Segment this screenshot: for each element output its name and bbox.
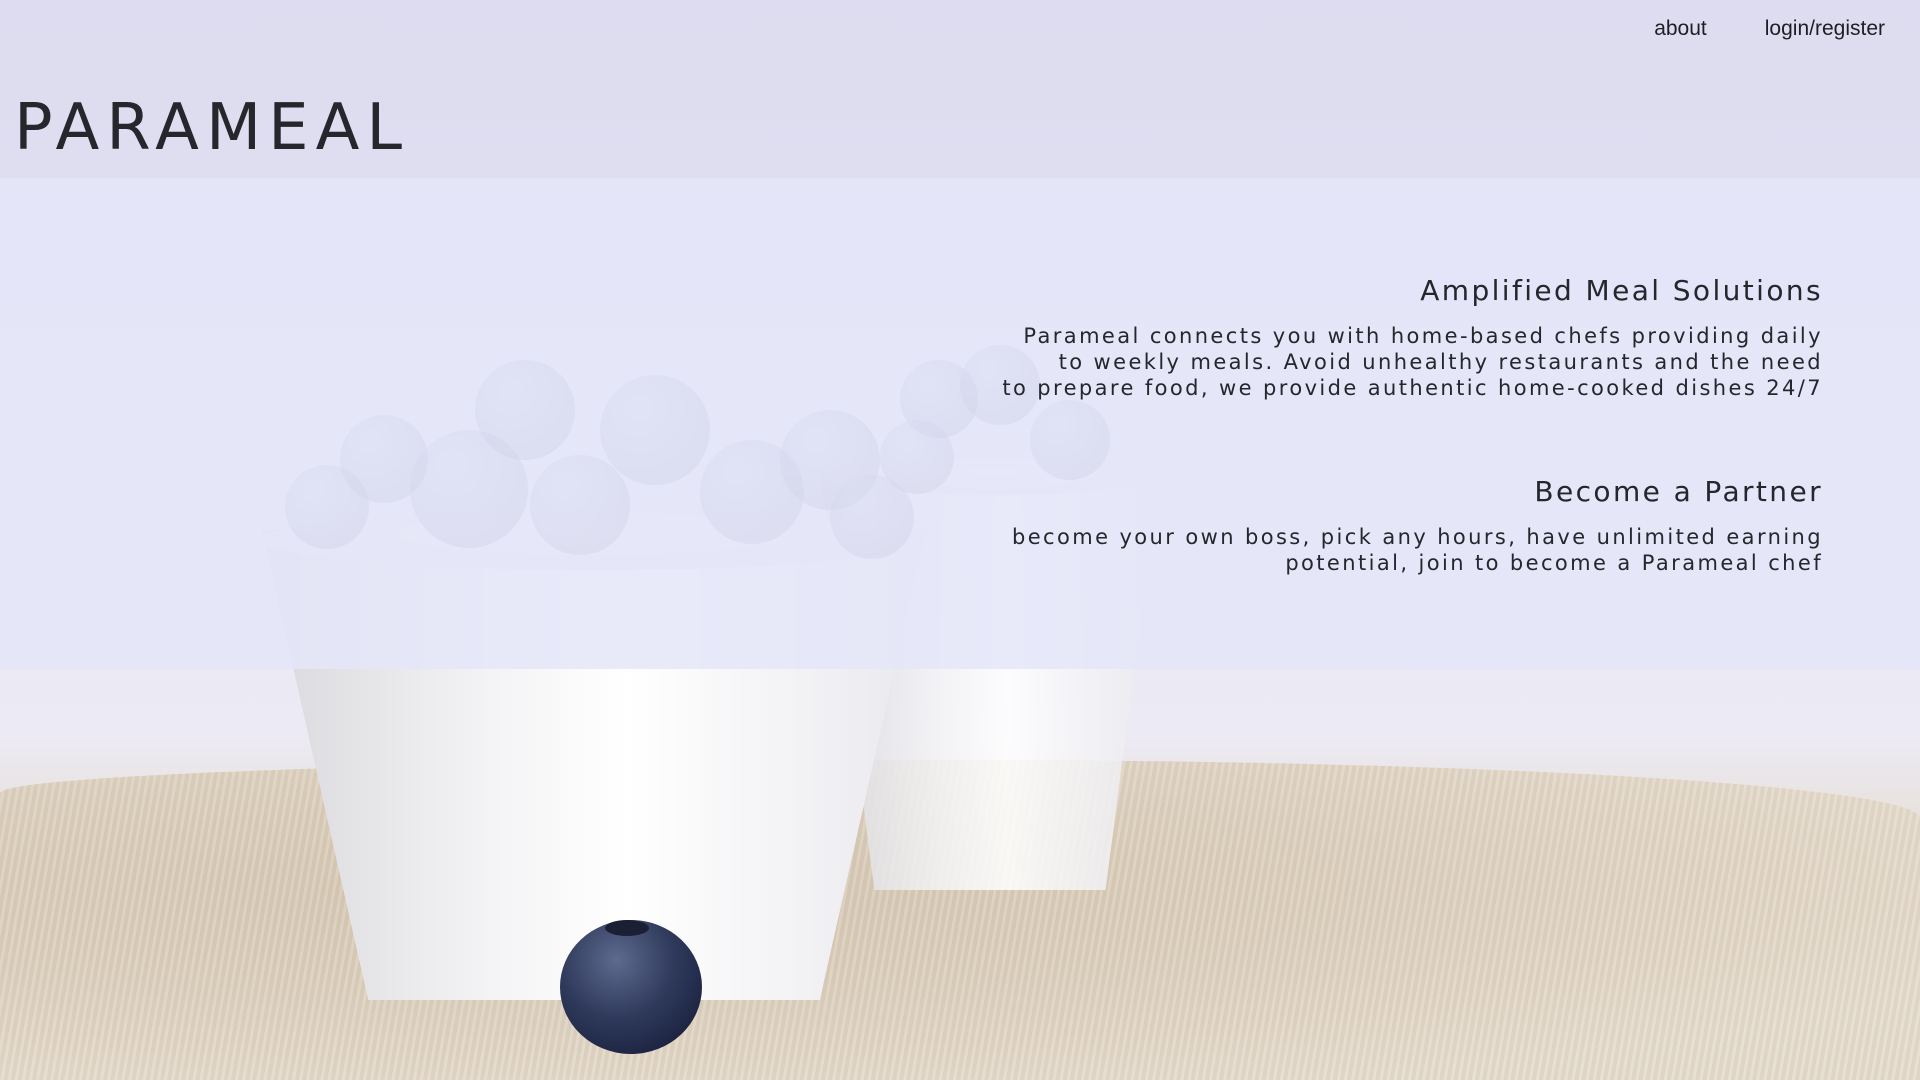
- section-become-partner: Become a Partner become your own boss, p…: [923, 475, 1823, 576]
- content-panel: [0, 178, 1920, 669]
- blueberry-crown: [605, 920, 649, 936]
- section-body: Parameal connects you with home-based ch…: [1002, 324, 1823, 400]
- top-nav: about login/register: [1654, 17, 1885, 41]
- nav-link-about[interactable]: about: [1654, 17, 1707, 41]
- loose-blueberry: [560, 920, 702, 1054]
- section-heading: Become a Partner: [1534, 475, 1823, 508]
- brand-logo[interactable]: PARAMEAL: [14, 96, 409, 160]
- landing-page: about login/register PARAMEAL Amplified …: [0, 0, 1920, 1080]
- nav-link-login-register[interactable]: login/register: [1765, 17, 1885, 41]
- section-body: become your own boss, pick any hours, ha…: [1011, 525, 1823, 575]
- section-heading: Amplified Meal Solutions: [1420, 274, 1823, 307]
- section-meal-solutions: Amplified Meal Solutions Parameal connec…: [923, 274, 1823, 401]
